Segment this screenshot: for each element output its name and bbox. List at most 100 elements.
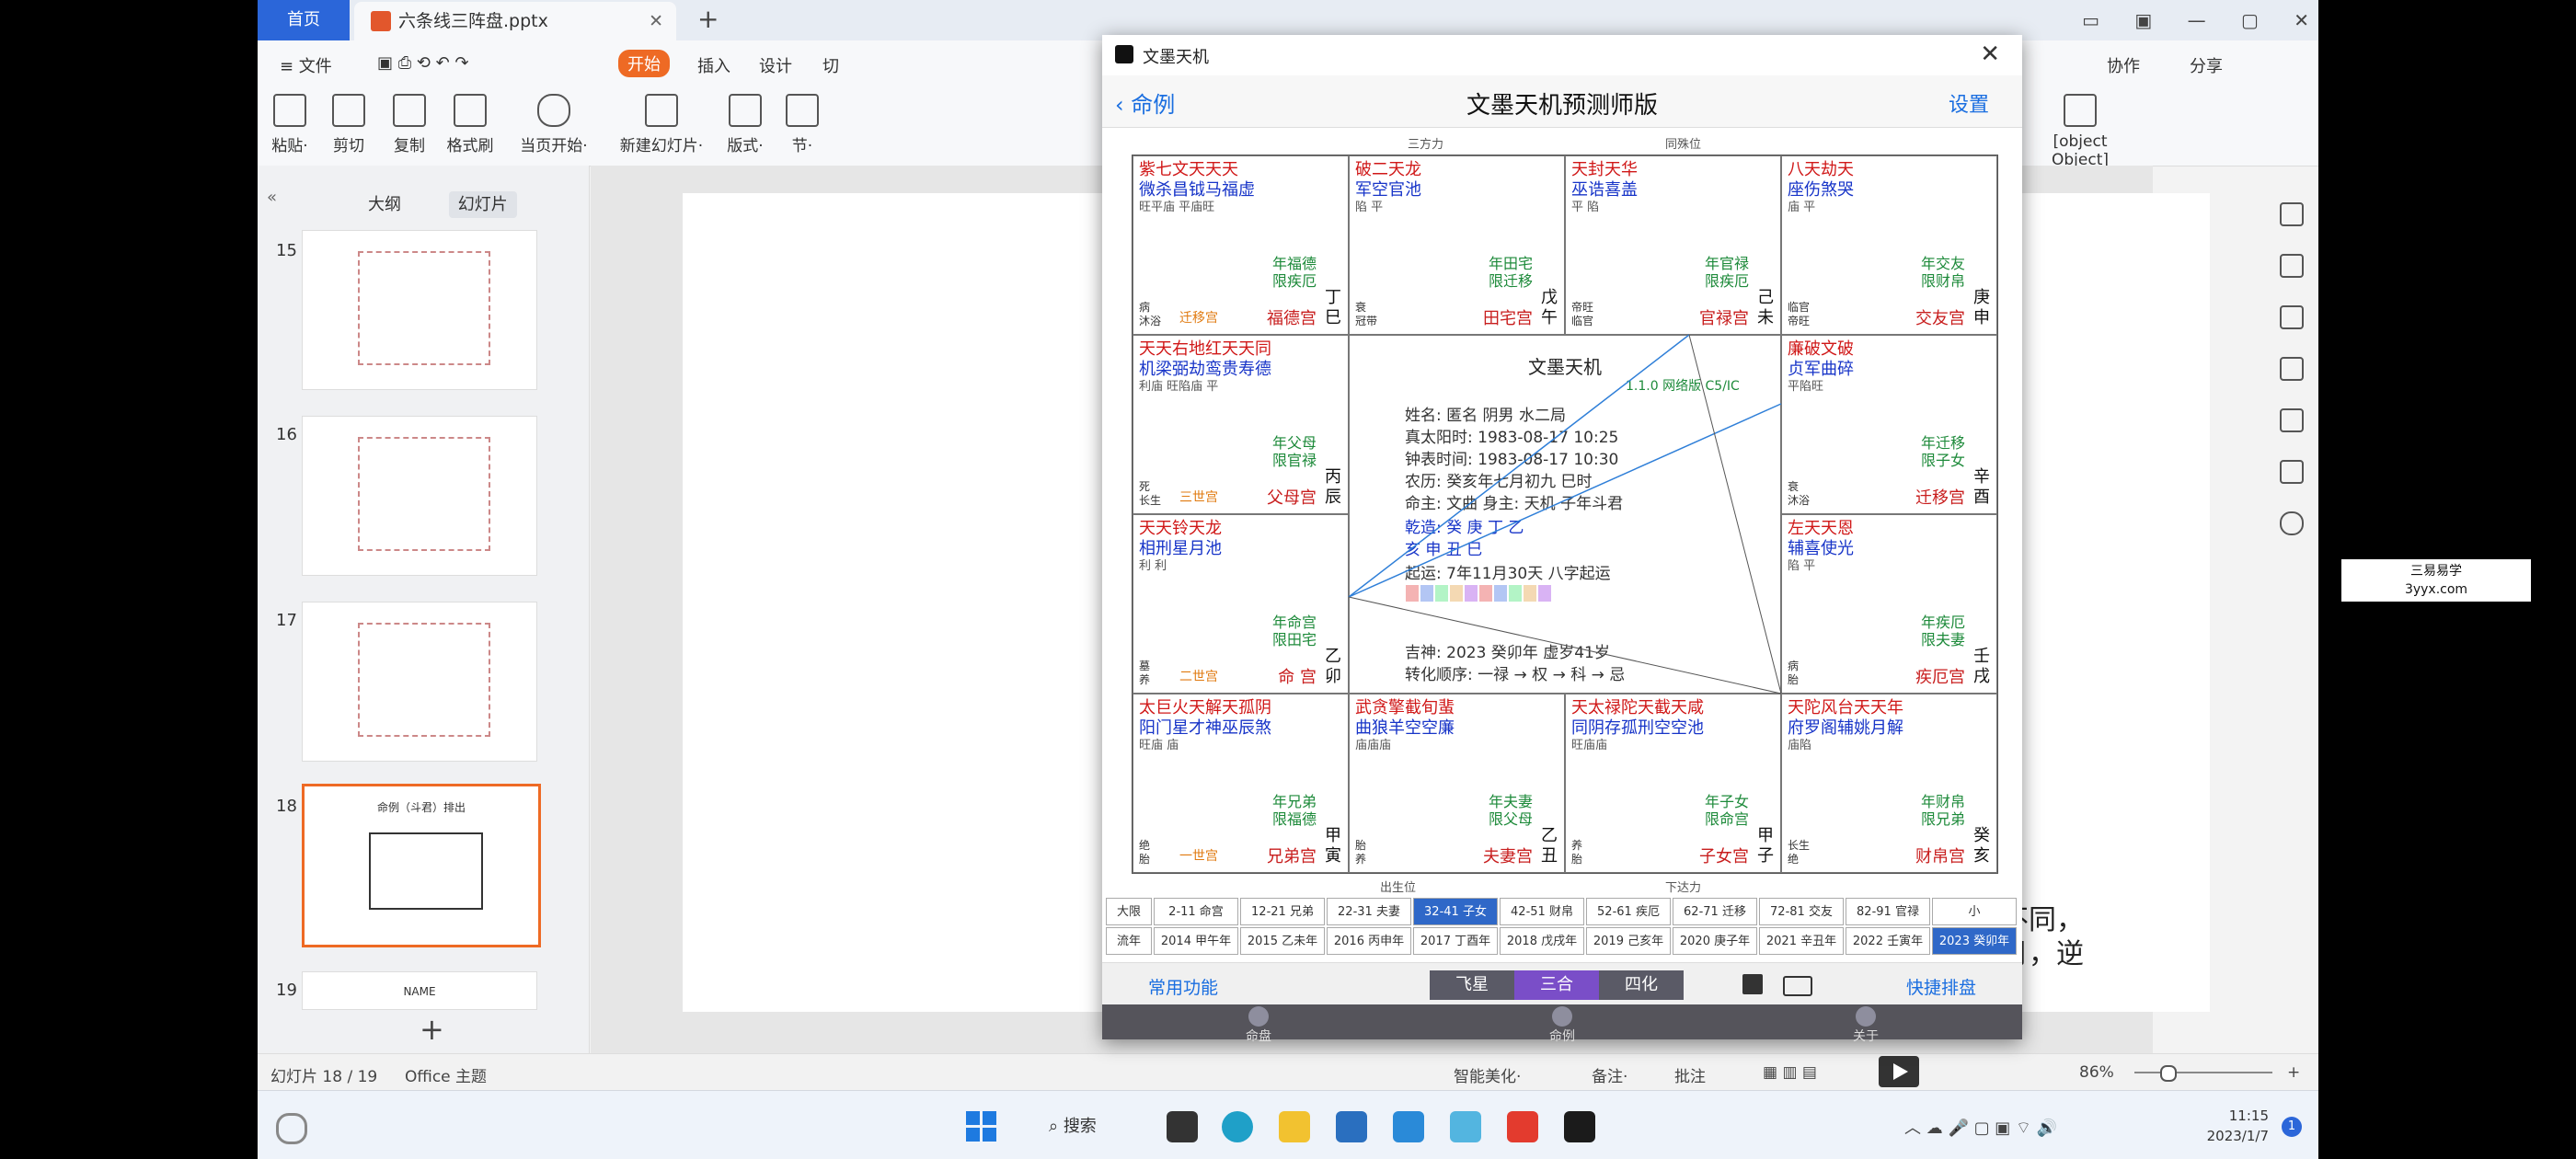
notification-badge[interactable]: 1 [2282, 1117, 2302, 1137]
image-icon[interactable] [2280, 357, 2304, 381]
zoom-slider-track[interactable] [2134, 1072, 2272, 1073]
menu-file[interactable]: ≡ 文件 [280, 53, 332, 77]
palace-cell[interactable]: 太巨火天解天孤阴 阳门星才神巫辰煞 旺庙 庙年兄弟 限福德 兄弟宫 一世宫 绝 胎 甲 寅 [1133, 694, 1349, 873]
slide-thumbnail-19[interactable]: NAME [302, 971, 537, 1010]
liunian-cell[interactable]: 2014 甲午年 [1154, 927, 1238, 955]
app-close-button[interactable]: ✕ [1980, 40, 2000, 68]
system-tray[interactable]: ︿ ☁ 🎤 ▢ ▣ ⌔ 🔊 [1904, 1115, 2057, 1139]
palace-cell[interactable]: 天天右地红天天同 机梁弼劫鸾贵寿德 利庙 旺陷庙 平年父母 限官禄 父母宫 三世宫 死 长… [1133, 335, 1349, 514]
notes-button[interactable]: 备注· [1592, 1063, 1627, 1086]
daxian-cell[interactable]: 小 [1932, 898, 2017, 925]
palace-cell[interactable]: 八天劫天 座伤煞哭庙 平年交友 限财帛 交友宫 临官 帝旺 庚 申 [1781, 155, 1997, 335]
add-tab-button[interactable]: + [697, 0, 719, 39]
save-icon[interactable] [1742, 974, 1763, 994]
daxian-cell[interactable]: 32-41 子女 [1413, 898, 1498, 925]
palace-cell[interactable]: 武贪擎截旬蜚 曲狼羊空空廉 庙庙庙 年夫妻 限父母 夫妻宫 胎 养 乙 丑 [1349, 694, 1565, 873]
daxian-cell[interactable]: 72-81 交友 [1759, 898, 1844, 925]
daxian-cell[interactable]: 42-51 财帛 [1500, 898, 1584, 925]
minimize-button[interactable]: — [2188, 9, 2206, 31]
daxian-cell[interactable]: 2-11 命宫 [1154, 898, 1238, 925]
comments-button[interactable]: 批注 [1674, 1063, 1706, 1086]
location-icon[interactable] [2280, 408, 2304, 432]
palace-cell[interactable]: 左天天恩 辅喜使光陷 平年疾厄 限夫妻 疾厄宫 病 胎 壬 戌 [1781, 514, 1997, 694]
segment-feixing[interactable]: 飞星 [1430, 970, 1514, 1000]
slide-thumbnail-17[interactable] [302, 602, 537, 762]
segment-sihua[interactable]: 四化 [1599, 970, 1684, 1000]
daxian-cell[interactable]: 12-21 兄弟 [1240, 898, 1325, 925]
copy-button[interactable]: 复制 [377, 88, 442, 155]
add-slide-button[interactable]: + [420, 1012, 444, 1047]
quick-chart-button[interactable]: 快捷排盘 [1906, 974, 1976, 999]
app-icon[interactable] [1450, 1111, 1481, 1142]
palace-cell[interactable]: 天陀风台天天年 府罗阁辅姚月解 庙陷 年财帛 限兄弟 财帛宫 长生 绝 癸 亥 [1781, 694, 1997, 873]
settings-button[interactable]: 设置 [1949, 88, 1989, 118]
share-button[interactable]: 分享 [2190, 53, 2223, 77]
daxian-cell[interactable]: 82-91 官禄 [1846, 898, 1930, 925]
play-from-current-button[interactable]: 当页开始· [508, 88, 600, 155]
tab-mingli[interactable]: 命例 [1507, 1006, 1617, 1045]
close-window-button[interactable]: ✕ [2294, 9, 2309, 31]
liunian-cell[interactable]: 2023 癸卯年 [1932, 927, 2017, 955]
palace-cell[interactable]: 廉破文破 贞军曲碎 平陷旺 年迁移 限子女 迁移宫 衰 沐浴 辛 酉 [1781, 335, 1997, 514]
apps-icon[interactable]: ▣ [2134, 9, 2152, 31]
tab-outline[interactable]: 大纲 [359, 191, 410, 218]
liunian-cell[interactable]: 2017 丁酉年 [1413, 927, 1498, 955]
cut-button[interactable]: 剪切 [316, 88, 381, 155]
view-mode-icons[interactable]: ▦ ▥ ▤ [1763, 1063, 1817, 1082]
slide-thumbnail-15[interactable] [302, 230, 537, 390]
select-button[interactable]: [object Object] [2048, 88, 2112, 169]
daxian-cell[interactable]: 52-61 疾厄 [1586, 898, 1671, 925]
collab-button[interactable]: 协作 [2107, 53, 2140, 77]
slideshow-play-button[interactable] [1879, 1056, 1919, 1087]
daxian-cell[interactable]: 62-71 迁移 [1673, 898, 1757, 925]
common-functions-button[interactable]: 常用功能 [1148, 974, 1218, 999]
home-tab[interactable]: 首页 [258, 0, 350, 40]
palace-cell[interactable]: 天太禄陀天截天咸 同阴存孤刑空空池 旺庙庙 年子女 限命宫 子女宫 养 胎 甲 子 [1565, 694, 1781, 873]
paste-button[interactable]: 粘贴· [267, 88, 313, 155]
menu-more[interactable]: 切 [822, 53, 839, 77]
taskbar-clock[interactable]: 11:15 2023/1/7 [2207, 1106, 2269, 1146]
smart-beautify-button[interactable]: 智能美化· [1454, 1063, 1521, 1086]
liunian-cell[interactable]: 2021 辛丑年 [1759, 927, 1844, 955]
zoom-slider-knob[interactable] [2160, 1065, 2177, 1082]
layout-icon[interactable]: ▭ [2082, 9, 2099, 31]
taskbar-search[interactable]: ⌕ 搜索 [1049, 1109, 1141, 1144]
palace-cell[interactable]: 天封天华 巫诰喜盖 平 陷年官禄 限疾厄 官禄宫 帝旺 临官 己 未 [1565, 155, 1781, 335]
file-explorer-icon[interactable] [1279, 1111, 1310, 1142]
document-icon[interactable] [2280, 460, 2304, 484]
start-button[interactable] [966, 1111, 997, 1142]
tab-mingpan[interactable]: 命盘 [1203, 1006, 1314, 1045]
wps-icon[interactable] [1507, 1111, 1538, 1142]
liunian-cell[interactable]: 2015 乙未年 [1240, 927, 1325, 955]
liunian-cell[interactable]: 2020 庚子年 [1673, 927, 1757, 955]
menu-design[interactable]: 设计 [759, 53, 792, 77]
palace-cell[interactable]: 紫七文天天天 微杀昌钺马福虚 旺平庙 平庙旺 年福德 限疾厄 福德宫 迁移宫 病 沐浴 丁 巳 [1133, 155, 1349, 335]
menu-insert[interactable]: 插入 [697, 53, 730, 77]
wenmo-app-icon[interactable] [1564, 1111, 1595, 1142]
slide-thumbnail-16[interactable] [302, 416, 537, 576]
slide-thumbnail-18[interactable]: 命例（斗君）排出 [302, 784, 541, 947]
settings-sliders-icon[interactable] [2280, 202, 2304, 226]
widgets-icon[interactable] [276, 1113, 307, 1144]
liunian-cell[interactable]: 2018 戊戌年 [1500, 927, 1584, 955]
store-icon[interactable] [1336, 1111, 1367, 1142]
help-icon[interactable] [2280, 511, 2304, 535]
clipboard-icon[interactable] [2280, 305, 2304, 329]
mail-icon[interactable] [1393, 1111, 1424, 1142]
section-button[interactable]: 节· [775, 88, 830, 155]
tab-slides[interactable]: 幻灯片 [448, 191, 517, 218]
close-tab-icon[interactable]: ✕ [649, 2, 663, 40]
tab-about[interactable]: 关于 [1811, 1006, 1921, 1045]
segment-sanhe[interactable]: 三合 [1514, 970, 1599, 1000]
task-view-icon[interactable] [1167, 1111, 1198, 1142]
liunian-cell[interactable]: 2022 壬寅年 [1846, 927, 1930, 955]
document-tab[interactable]: 六条线三阵盘.pptx ✕ [354, 2, 676, 40]
collapse-panel-icon[interactable]: « [267, 188, 277, 207]
palace-cell[interactable]: 破二天龙 军空官池陷 平年田宅 限迁移 田宅宫 衰 冠带 戊 午 [1349, 155, 1565, 335]
layout-button[interactable]: 版式· [718, 88, 773, 155]
format-painter-button[interactable]: 格式刷 [438, 88, 502, 155]
palace-cell[interactable]: 天天铃天龙 相刑星月池利 利年命宫 限田宅命 宫 二世宫 墓 养 乙 卯 [1133, 514, 1349, 694]
quick-access-icons[interactable]: ▣ ⎙ ⟲ ↶ ↷ [377, 53, 469, 73]
zoom-in-icon[interactable]: + [2287, 1063, 2300, 1082]
edge-icon[interactable] [1222, 1111, 1253, 1142]
